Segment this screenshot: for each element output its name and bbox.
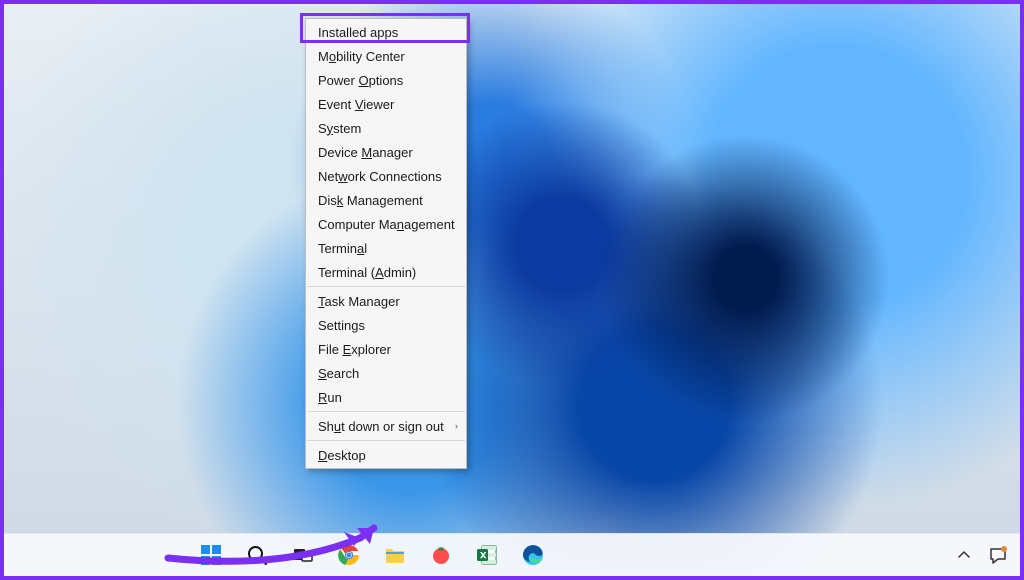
menu-item-run[interactable]: Run <box>306 385 466 409</box>
chevron-right-icon: › <box>455 421 458 431</box>
menu-separator <box>307 411 465 412</box>
menu-item-label: Desktop <box>318 448 366 463</box>
taskbar-task-view-button[interactable] <box>285 537 321 573</box>
menu-item-terminal[interactable]: Terminal <box>306 236 466 260</box>
tray-notifications-button[interactable] <box>986 537 1010 573</box>
menu-item-label: Mobility Center <box>318 49 405 64</box>
menu-item-label: Disk Management <box>318 193 423 208</box>
menu-item-computer-management[interactable]: Computer Management <box>306 212 466 236</box>
menu-item-network-connections[interactable]: Network Connections <box>306 164 466 188</box>
menu-item-label: Settings <box>318 318 365 333</box>
notifications-icon <box>988 545 1008 565</box>
menu-item-label: Event Viewer <box>318 97 394 112</box>
menu-item-event-viewer[interactable]: Event Viewer <box>306 92 466 116</box>
menu-item-label: Terminal <box>318 241 367 256</box>
chrome-icon <box>338 544 360 566</box>
menu-item-desktop[interactable]: Desktop <box>306 443 466 467</box>
taskbar-chrome-button[interactable] <box>331 537 367 573</box>
menu-item-task-manager[interactable]: Task Manager <box>306 289 466 313</box>
menu-item-mobility-center[interactable]: Mobility Center <box>306 44 466 68</box>
tray-overflow-button[interactable] <box>952 537 976 573</box>
menu-item-shut-down[interactable]: Shut down or sign out › <box>306 414 466 438</box>
menu-item-power-options[interactable]: Power Options <box>306 68 466 92</box>
task-view-icon <box>292 544 314 566</box>
start-icon <box>200 544 222 566</box>
search-icon <box>246 544 268 566</box>
menu-item-label: Network Connections <box>318 169 442 184</box>
menu-item-terminal-admin[interactable]: Terminal (Admin) <box>306 260 466 284</box>
menu-separator <box>307 440 465 441</box>
menu-item-label: Shut down or sign out <box>318 419 444 434</box>
menu-item-label: Power Options <box>318 73 403 88</box>
edge-icon <box>522 544 544 566</box>
taskbar-excel-button[interactable] <box>469 537 505 573</box>
menu-item-label: Terminal (Admin) <box>318 265 416 280</box>
menu-item-disk-management[interactable]: Disk Management <box>306 188 466 212</box>
taskbar-pomotroid-button[interactable] <box>423 537 459 573</box>
menu-item-label: Installed apps <box>318 25 398 40</box>
file-explorer-icon <box>384 544 406 566</box>
taskbar-search-button[interactable] <box>239 537 275 573</box>
menu-item-search[interactable]: Search <box>306 361 466 385</box>
taskbar-file-explorer-button[interactable] <box>377 537 413 573</box>
menu-item-file-explorer[interactable]: File Explorer <box>306 337 466 361</box>
menu-item-system[interactable]: System <box>306 116 466 140</box>
taskbar <box>4 533 1020 576</box>
menu-item-installed-apps[interactable]: Installed apps <box>306 20 466 44</box>
menu-item-label: Search <box>318 366 359 381</box>
taskbar-start-button[interactable] <box>193 537 229 573</box>
menu-item-label: Computer Management <box>318 217 455 232</box>
overflow-icon <box>955 546 973 564</box>
menu-item-device-manager[interactable]: Device Manager <box>306 140 466 164</box>
pomotroid-icon <box>430 544 452 566</box>
menu-item-label: Run <box>318 390 342 405</box>
menu-separator <box>307 286 465 287</box>
start-context-menu: Installed apps Mobility Center Power Optio… <box>305 18 467 469</box>
menu-item-label: Device Manager <box>318 145 413 160</box>
taskbar-edge-button[interactable] <box>515 537 551 573</box>
menu-item-label: System <box>318 121 361 136</box>
menu-item-label: File Explorer <box>318 342 391 357</box>
excel-icon <box>476 544 498 566</box>
menu-item-label: Task Manager <box>318 294 400 309</box>
menu-item-settings[interactable]: Settings <box>306 313 466 337</box>
desktop-wallpaper <box>4 4 1020 576</box>
